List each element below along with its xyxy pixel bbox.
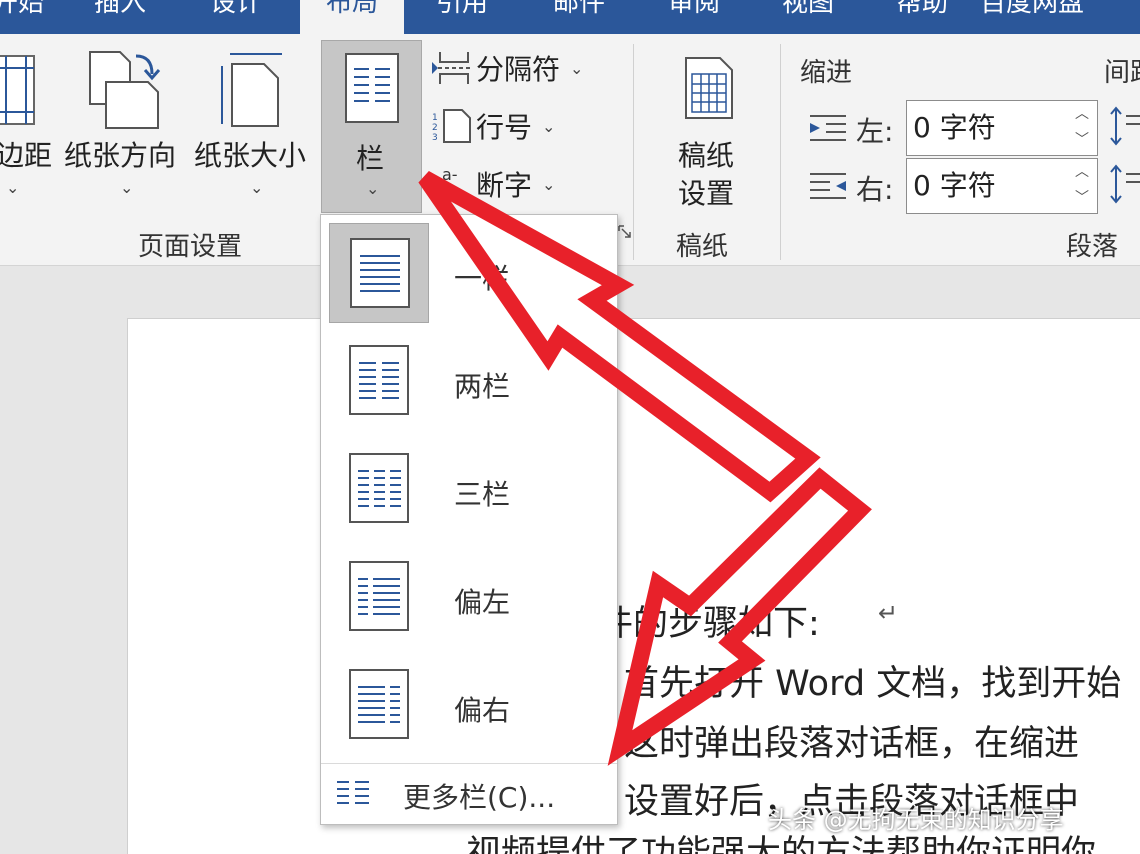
annotation-arrow-down	[607, 467, 872, 766]
annotation-arrow-up	[418, 171, 821, 503]
annotation-arrows	[418, 171, 872, 766]
watermark: 头条 @无拘无束的知识分享	[768, 806, 1064, 834]
